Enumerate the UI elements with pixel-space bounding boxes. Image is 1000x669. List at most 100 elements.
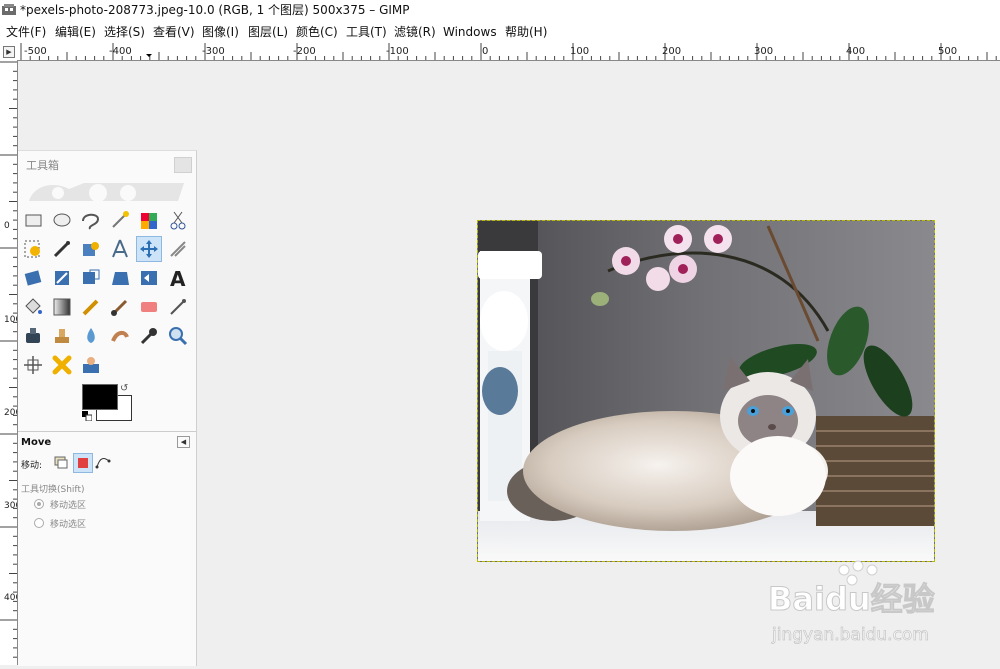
warp-icon[interactable] xyxy=(49,352,75,378)
watermark-brand: Baidu经验 xyxy=(768,580,935,618)
gimp-app-icon xyxy=(2,4,16,15)
h-ruler-label: -500 xyxy=(24,46,47,57)
radio-button[interactable] xyxy=(34,499,44,509)
menu-colors[interactable]: 颜色(C) xyxy=(296,21,338,43)
window-controls[interactable] xyxy=(940,0,1000,21)
shear-icon[interactable] xyxy=(107,265,133,291)
swap-colors-icon[interactable]: ↺ xyxy=(120,383,132,395)
menu-bar: 文件(F) 编辑(E) 选择(S) 查看(V) 图像(I) 图层(L) 颜色(C… xyxy=(0,21,1000,43)
by-color-select-icon[interactable] xyxy=(136,207,162,233)
menu-filters[interactable]: 滤镜(R) xyxy=(394,21,436,43)
blend-icon[interactable] xyxy=(49,294,75,320)
foreground-color-swatch[interactable] xyxy=(82,384,118,410)
baidu-watermark: Baidu经验 jingyan.baidu.com xyxy=(766,560,986,650)
paths-icon[interactable] xyxy=(78,236,104,262)
person-icon[interactable] xyxy=(78,352,104,378)
eraser-icon[interactable] xyxy=(136,294,162,320)
menu-help[interactable]: 帮助(H) xyxy=(505,21,547,43)
align-icon[interactable] xyxy=(165,236,191,262)
toolbox-panel: 工具箱 A ↺ Move ◀ 移动: 工具切换(Shift) 移动选区 移动选区 xyxy=(18,150,197,666)
h-ruler-label: 100 xyxy=(570,46,589,57)
h-ruler-label: -200 xyxy=(293,46,316,57)
move-path-button[interactable] xyxy=(94,453,114,473)
reset-colors-icon[interactable] xyxy=(82,411,92,421)
scale-icon[interactable] xyxy=(78,265,104,291)
quick-mask-toggle-icon[interactable]: ▶ xyxy=(3,46,15,58)
radio-label: 移动选区 xyxy=(50,520,87,530)
radio-button[interactable] xyxy=(34,518,44,528)
move-mode-label: 移动: xyxy=(21,461,43,471)
h-ruler-label: -300 xyxy=(202,46,225,57)
ink-icon[interactable] xyxy=(20,323,46,349)
clone-icon[interactable] xyxy=(49,323,75,349)
canvas-image[interactable] xyxy=(477,220,935,562)
crop-icon[interactable] xyxy=(20,265,46,291)
toolbox-title: 工具箱 xyxy=(26,159,59,172)
menu-file[interactable]: 文件(F) xyxy=(6,21,46,43)
ruler-corner[interactable]: ▶ xyxy=(0,43,18,61)
fuzzy-select-icon[interactable] xyxy=(107,207,133,233)
vertical-ruler-ticks: 0 100 200 300 400 xyxy=(0,61,21,658)
move-layer-button[interactable] xyxy=(52,453,72,473)
rect-select-icon[interactable] xyxy=(20,207,46,233)
horizontal-ruler-ticks: -500 -400 -300 -200 -100 0 100 200 300 4… xyxy=(20,43,997,60)
magnify-icon[interactable] xyxy=(165,323,191,349)
dodge-burn-icon[interactable] xyxy=(136,323,162,349)
path-icon xyxy=(95,458,111,469)
foreground-select-icon[interactable] xyxy=(20,236,46,262)
cage-transform-icon[interactable] xyxy=(20,352,46,378)
toolbox-close-button[interactable] xyxy=(174,157,192,173)
panel-divider xyxy=(18,431,196,432)
tool-toggle-label: 工具切换(Shift) xyxy=(21,485,85,495)
heal-icon[interactable] xyxy=(78,323,104,349)
h-ruler-label: 200 xyxy=(662,46,681,57)
menu-view[interactable]: 查看(V) xyxy=(153,21,195,43)
svg-text:A: A xyxy=(170,267,186,291)
rotate-icon[interactable] xyxy=(49,265,75,291)
vertical-ruler[interactable]: 0 100 200 300 400 xyxy=(0,60,21,665)
flip-icon[interactable] xyxy=(136,265,162,291)
menu-windows[interactable]: Windows xyxy=(443,21,497,43)
h-ruler-label: 300 xyxy=(754,46,773,57)
v-ruler-label: 400 xyxy=(4,593,17,603)
h-ruler-label: -400 xyxy=(109,46,132,57)
title-bar: *pexels-photo-208773.jpeg-10.0 (RGB, 1 个… xyxy=(0,0,1000,21)
color-picker-icon[interactable] xyxy=(49,236,75,262)
menu-select[interactable]: 选择(S) xyxy=(104,21,145,43)
radio-label: 移动选区 xyxy=(50,501,87,511)
menu-layer[interactable]: 图层(L) xyxy=(248,21,288,43)
airbrush-icon[interactable] xyxy=(165,294,191,320)
smudge-icon[interactable] xyxy=(107,323,133,349)
baidu-logo: Baidu经验 jingyan.baidu.com xyxy=(768,560,935,645)
ellipse-select-icon[interactable] xyxy=(49,207,75,233)
window-title: *pexels-photo-208773.jpeg-10.0 (RGB, 1 个… xyxy=(20,3,410,17)
layer-icon xyxy=(54,456,68,469)
move-icon[interactable] xyxy=(136,236,162,262)
paintbrush-icon[interactable] xyxy=(107,294,133,320)
menu-image[interactable]: 图像(I) xyxy=(202,21,239,43)
menu-edit[interactable]: 编辑(E) xyxy=(55,21,96,43)
cat-photo xyxy=(478,221,934,561)
v-ruler-label: 300 xyxy=(4,501,17,511)
h-ruler-label: 0 xyxy=(482,46,488,57)
watermark-url: jingyan.baidu.com xyxy=(771,625,929,645)
measure-icon[interactable] xyxy=(107,236,133,262)
v-ruler-label: 0 xyxy=(4,221,10,231)
menu-tools[interactable]: 工具(T) xyxy=(346,21,387,43)
v-ruler-label: 100 xyxy=(4,315,17,325)
tool-options-menu-icon[interactable]: ◀ xyxy=(177,436,190,448)
pencil-icon[interactable] xyxy=(78,294,104,320)
scissors-icon[interactable] xyxy=(165,207,191,233)
h-ruler-label: 400 xyxy=(846,46,865,57)
horizontal-ruler[interactable]: -500 -400 -300 -200 -100 0 100 200 300 4… xyxy=(17,43,1000,61)
free-select-icon[interactable] xyxy=(78,207,104,233)
h-ruler-label: 500 xyxy=(938,46,957,57)
wilber-drop-area[interactable] xyxy=(24,179,190,201)
text-icon[interactable]: A xyxy=(165,265,191,291)
move-selection-button[interactable] xyxy=(73,453,93,473)
v-ruler-label: 200 xyxy=(4,408,17,418)
tool-options-title: Move xyxy=(21,437,52,448)
ruler-pointer-icon xyxy=(146,54,152,57)
h-ruler-label: -100 xyxy=(386,46,409,57)
bucket-fill-icon[interactable] xyxy=(20,294,46,320)
